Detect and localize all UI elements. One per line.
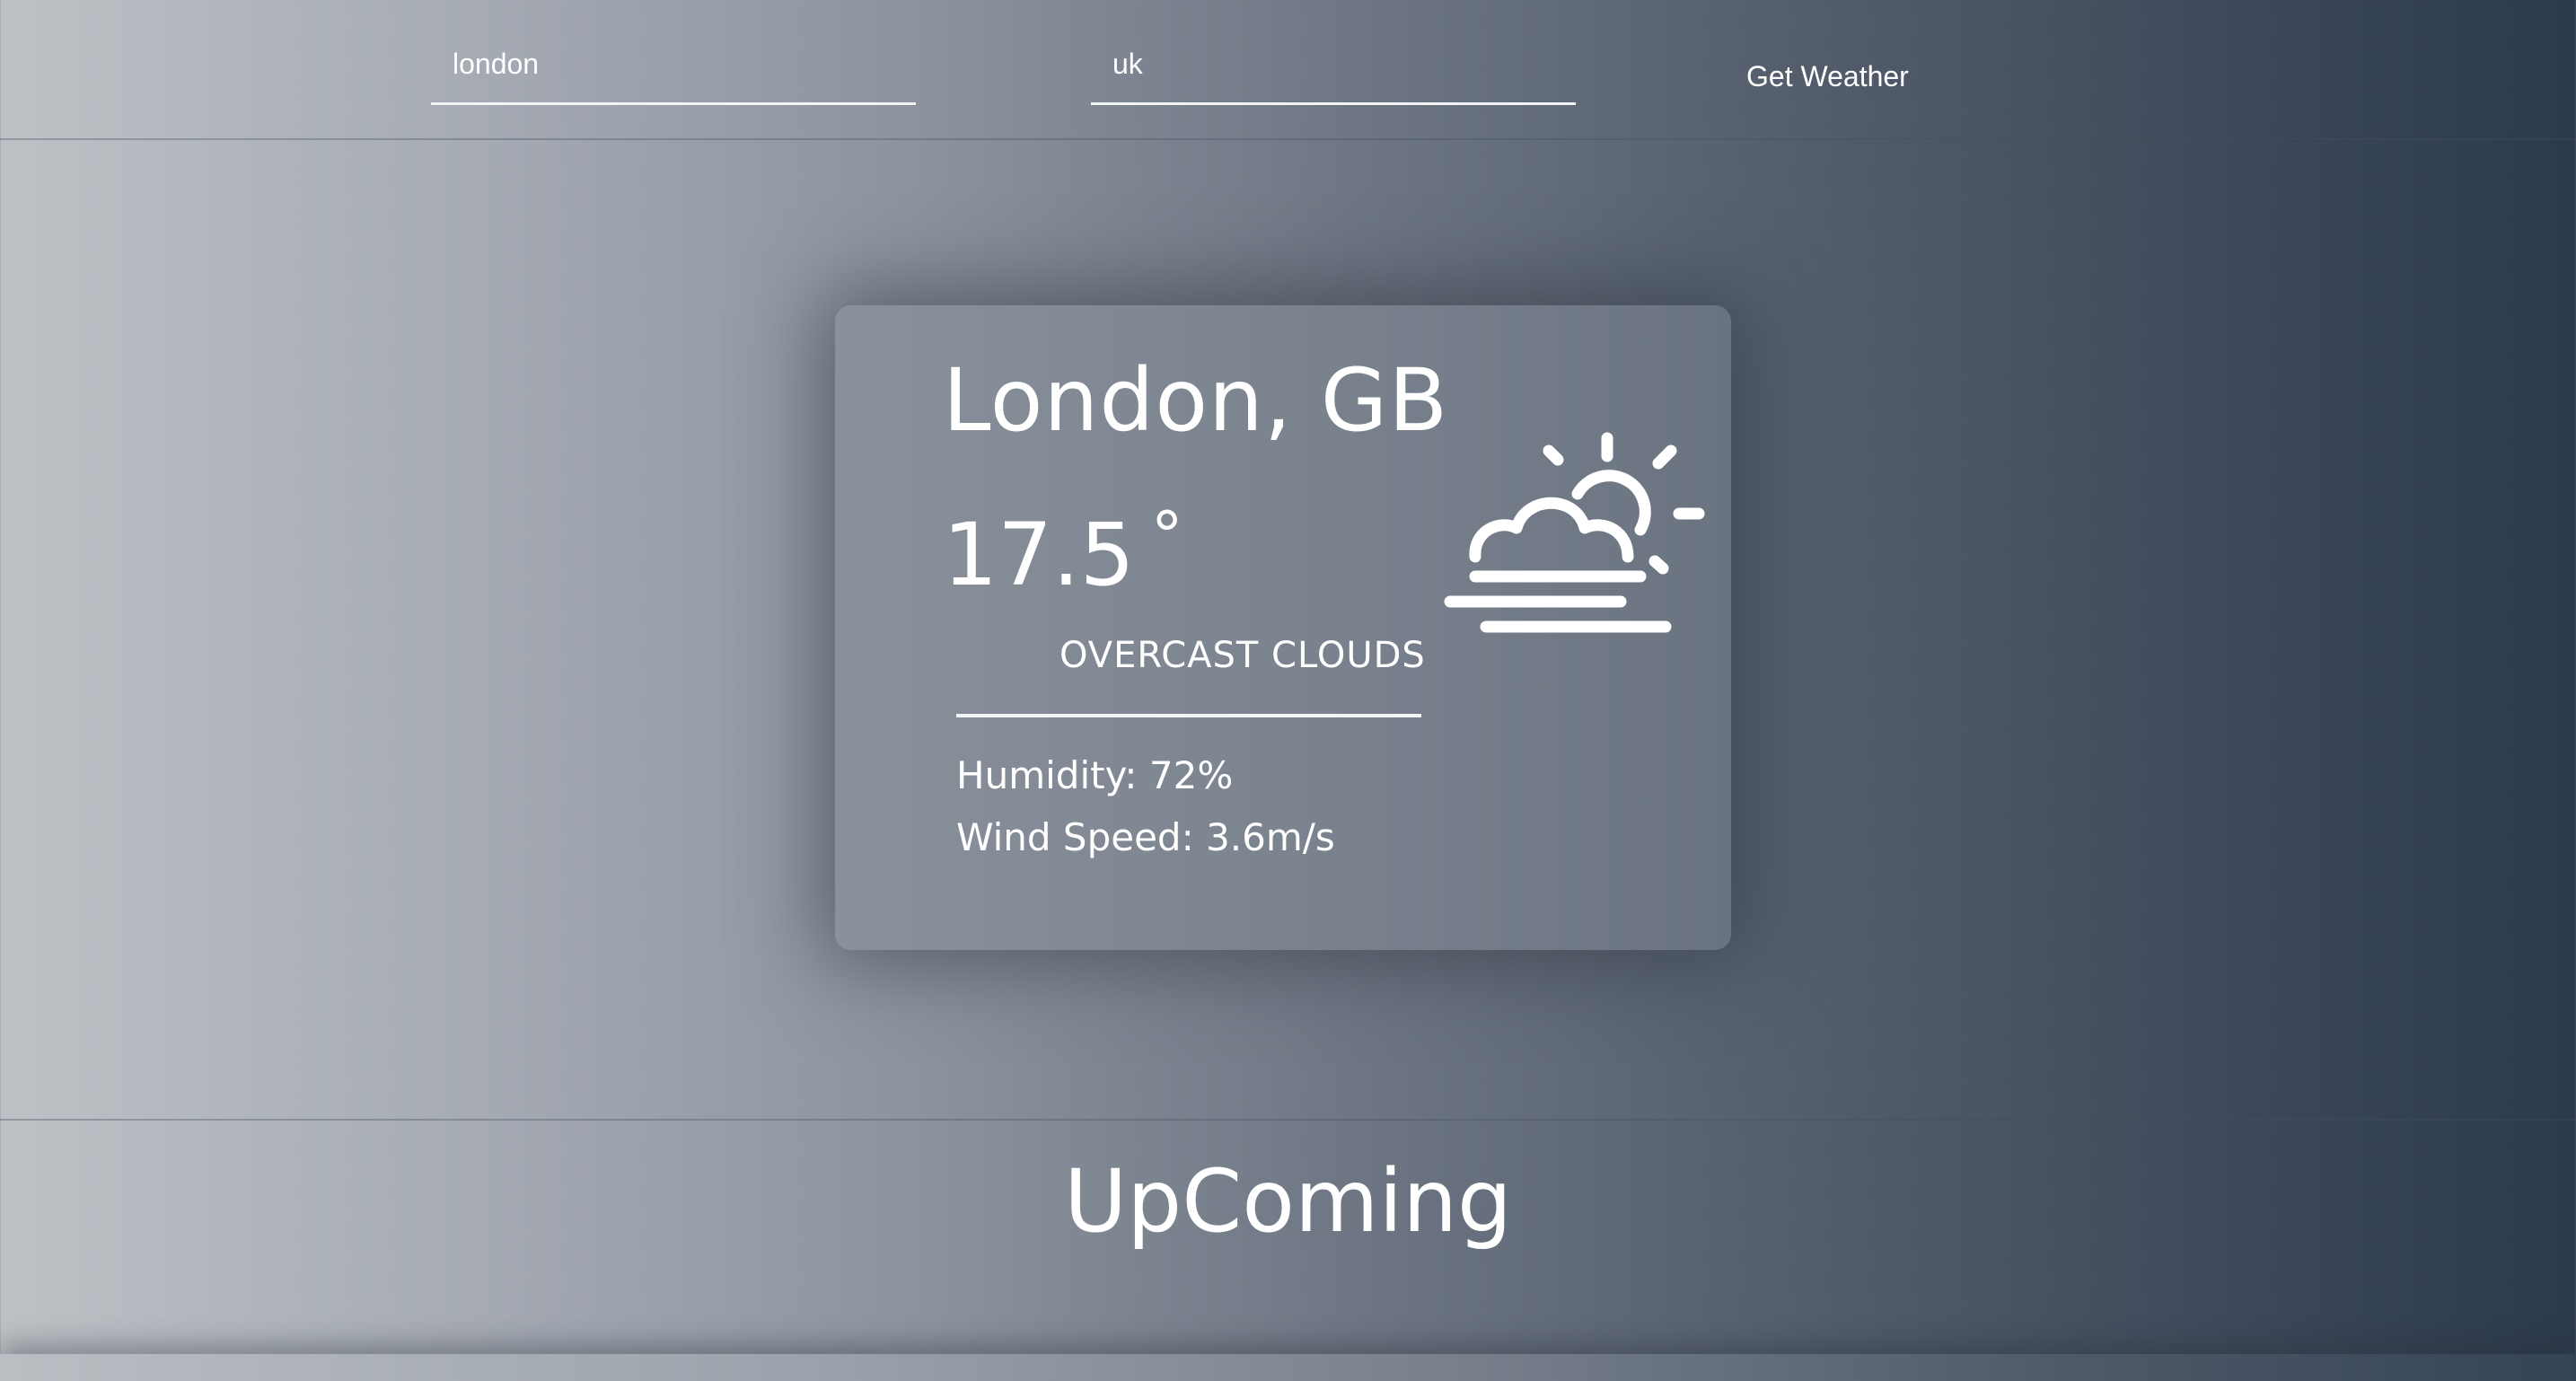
country-field <box>1091 34 1576 105</box>
city-field <box>431 34 916 105</box>
get-weather-button[interactable]: Get Weather <box>1728 45 1926 108</box>
degree-symbol: ° <box>1150 497 1183 573</box>
location-title: London, GB <box>943 350 1449 451</box>
forecast-strip <box>0 1354 2576 1381</box>
wind-speed-text: Wind Speed: 3.6m/s <box>956 815 1335 859</box>
upcoming-title: UpComing <box>1064 1151 1512 1252</box>
weather-card: London, GB 17.5 ° OVERCAST CLOUDS Humidit… <box>835 305 1731 950</box>
weather-description: OVERCAST CLOUDS <box>1059 635 1426 676</box>
city-input[interactable] <box>431 34 916 93</box>
divider <box>956 714 1421 717</box>
humidity-text: Humidity: 72% <box>956 753 1234 797</box>
country-input[interactable] <box>1091 34 1576 93</box>
temperature-value: 17.5 <box>943 505 1135 605</box>
section-divider <box>0 1119 2576 1121</box>
temperature: 17.5 ° <box>943 503 1183 598</box>
partly-cloudy-fog-icon <box>1444 432 1705 633</box>
search-bar: Get Weather <box>0 0 2576 140</box>
